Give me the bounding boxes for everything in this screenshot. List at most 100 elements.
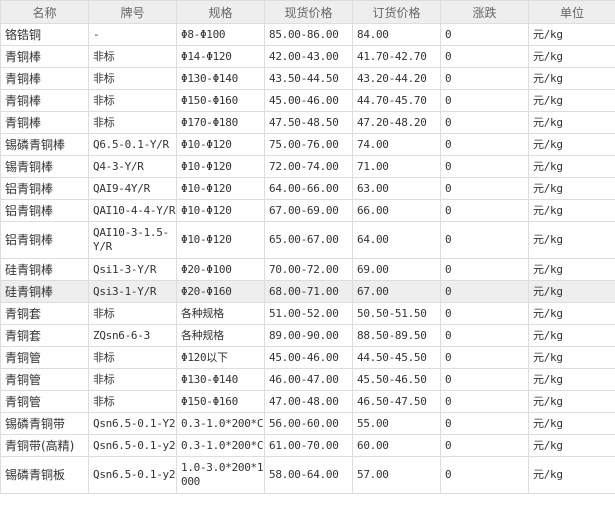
cell-unit: 元/kg: [528, 434, 615, 457]
cell-order-price: 57.00: [352, 456, 441, 494]
cell-grade: 非标: [88, 368, 177, 391]
cell-unit: 元/kg: [528, 368, 615, 391]
cell-change: 0: [440, 346, 529, 369]
cell-order-price: 71.00: [352, 155, 441, 178]
cell-spec: Φ130-Φ140: [176, 67, 265, 90]
cell-grade: -: [88, 23, 177, 46]
cell-spec: 1.0-3.0*200*1000: [176, 456, 265, 494]
cell-order-price: 63.00: [352, 177, 441, 200]
cell-spot-price: 51.00-52.00: [264, 302, 353, 325]
cell-spec: Φ10-Φ120: [176, 155, 265, 178]
cell-name: 青铜套: [0, 302, 89, 325]
cell-name: 青铜套: [0, 324, 89, 347]
cell-spec: Φ10-Φ120: [176, 133, 265, 156]
cell-grade: Qsi3-1-Y/R: [88, 280, 177, 303]
cell-spec: Φ10-Φ120: [176, 199, 265, 222]
table-row: 青铜套 非标 各种规格 51.00-52.00 50.50-51.50 0 元/kg: [0, 302, 615, 325]
cell-name: 铝青铜棒: [0, 199, 89, 222]
cell-grade: Qsn6.5-0.1-y2: [88, 456, 177, 494]
cell-order-price: 44.50-45.50: [352, 346, 441, 369]
cell-name: 锡磷青铜带: [0, 412, 89, 435]
table-row: 青铜棒 非标 Φ130-Φ140 43.50-44.50 43.20-44.20 0 元/k…: [0, 67, 615, 90]
cell-spec: Φ170-Φ180: [176, 111, 265, 134]
cell-order-price: 45.50-46.50: [352, 368, 441, 391]
cell-change: 0: [440, 456, 529, 494]
cell-unit: 元/kg: [528, 155, 615, 178]
cell-grade: QAI9-4Y/R: [88, 177, 177, 200]
cell-name: 青铜管: [0, 368, 89, 391]
cell-name: 青铜棒: [0, 67, 89, 90]
cell-change: 0: [440, 302, 529, 325]
cell-grade: 非标: [88, 45, 177, 68]
cell-order-price: 43.20-44.20: [352, 67, 441, 90]
cell-name: 青铜棒: [0, 45, 89, 68]
cell-change: 0: [440, 258, 529, 281]
cell-order-price: 60.00: [352, 434, 441, 457]
cell-grade: QAI10-3-1.5-Y/R: [88, 221, 177, 259]
cell-spot-price: 64.00-66.00: [264, 177, 353, 200]
cell-unit: 元/kg: [528, 45, 615, 68]
table-body: 铬锆铜 - Φ8-Φ100 85.00-86.00 84.00 0 元/kg 青铜棒 非标 Φ14…: [0, 23, 615, 494]
header-order-price: 订货价格: [352, 0, 441, 24]
cell-order-price: 44.70-45.70: [352, 89, 441, 112]
cell-spot-price: 65.00-67.00: [264, 221, 353, 259]
table-row: 青铜带(高精) Qsn6.5-0.1-y2 0.3-1.0*200*C 61.00-7…: [0, 434, 615, 457]
table-row: 锡青铜棒 Q4-3-Y/R Φ10-Φ120 72.00-74.00 71.00 0 元/k…: [0, 155, 615, 178]
cell-order-price: 88.50-89.50: [352, 324, 441, 347]
cell-spot-price: 45.00-46.00: [264, 346, 353, 369]
cell-order-price: 66.00: [352, 199, 441, 222]
cell-spot-price: 46.00-47.00: [264, 368, 353, 391]
table-row: 青铜棒 非标 Φ170-Φ180 47.50-48.50 47.20-48.20 0 元/k…: [0, 111, 615, 134]
cell-change: 0: [440, 434, 529, 457]
cell-unit: 元/kg: [528, 177, 615, 200]
cell-order-price: 69.00: [352, 258, 441, 281]
header-unit: 单位: [528, 0, 615, 24]
cell-spec: Φ14-Φ120: [176, 45, 265, 68]
cell-name: 硅青铜棒: [0, 280, 89, 303]
cell-spec: Φ150-Φ160: [176, 89, 265, 112]
cell-spec: Φ10-Φ120: [176, 221, 265, 259]
cell-name: 青铜管: [0, 346, 89, 369]
cell-change: 0: [440, 368, 529, 391]
cell-spot-price: 45.00-46.00: [264, 89, 353, 112]
table-row: 青铜管 非标 Φ120以下 45.00-46.00 44.50-45.50 0 元/kg: [0, 346, 615, 369]
table-row: 硅青铜棒 Qsi1-3-Y/R Φ20-Φ100 70.00-72.00 69.00 0 元…: [0, 258, 615, 281]
table-row: 青铜管 非标 Φ150-Φ160 47.00-48.00 46.50-47.50 0 元/k…: [0, 390, 615, 413]
cell-unit: 元/kg: [528, 111, 615, 134]
cell-order-price: 67.00: [352, 280, 441, 303]
cell-name: 铝青铜棒: [0, 177, 89, 200]
cell-change: 0: [440, 111, 529, 134]
table-row: 青铜棒 非标 Φ150-Φ160 45.00-46.00 44.70-45.70 0 元/k…: [0, 89, 615, 112]
cell-name: 锡磷青铜板: [0, 456, 89, 494]
cell-spec: Φ120以下: [176, 346, 265, 369]
cell-spec: Φ8-Φ100: [176, 23, 265, 46]
cell-spot-price: 42.00-43.00: [264, 45, 353, 68]
cell-grade: 非标: [88, 390, 177, 413]
cell-change: 0: [440, 89, 529, 112]
cell-unit: 元/kg: [528, 133, 615, 156]
cell-spec: 各种规格: [176, 302, 265, 325]
table-row: 铬锆铜 - Φ8-Φ100 85.00-86.00 84.00 0 元/kg: [0, 23, 615, 46]
cell-spec: Φ150-Φ160: [176, 390, 265, 413]
cell-order-price: 41.70-42.70: [352, 45, 441, 68]
cell-name: 青铜棒: [0, 111, 89, 134]
cell-change: 0: [440, 67, 529, 90]
cell-spec: 0.3-1.0*200*C: [176, 412, 265, 435]
table-row: 青铜棒 非标 Φ14-Φ120 42.00-43.00 41.70-42.70 0 元/kg: [0, 45, 615, 68]
cell-change: 0: [440, 390, 529, 413]
cell-name: 青铜带(高精): [0, 434, 89, 457]
cell-name: 青铜管: [0, 390, 89, 413]
cell-unit: 元/kg: [528, 89, 615, 112]
cell-grade: 非标: [88, 67, 177, 90]
cell-unit: 元/kg: [528, 412, 615, 435]
cell-grade: 非标: [88, 346, 177, 369]
cell-name: 铝青铜棒: [0, 221, 89, 259]
cell-unit: 元/kg: [528, 67, 615, 90]
cell-spot-price: 47.00-48.00: [264, 390, 353, 413]
cell-spec: Φ20-Φ160: [176, 280, 265, 303]
cell-spot-price: 67.00-69.00: [264, 199, 353, 222]
cell-grade: 非标: [88, 89, 177, 112]
cell-order-price: 47.20-48.20: [352, 111, 441, 134]
cell-grade: Qsn6.5-0.1-y2: [88, 434, 177, 457]
table-row: 铝青铜棒 QAI10-4-4-Y/R Φ10-Φ120 67.00-69.00 66.0…: [0, 199, 615, 222]
